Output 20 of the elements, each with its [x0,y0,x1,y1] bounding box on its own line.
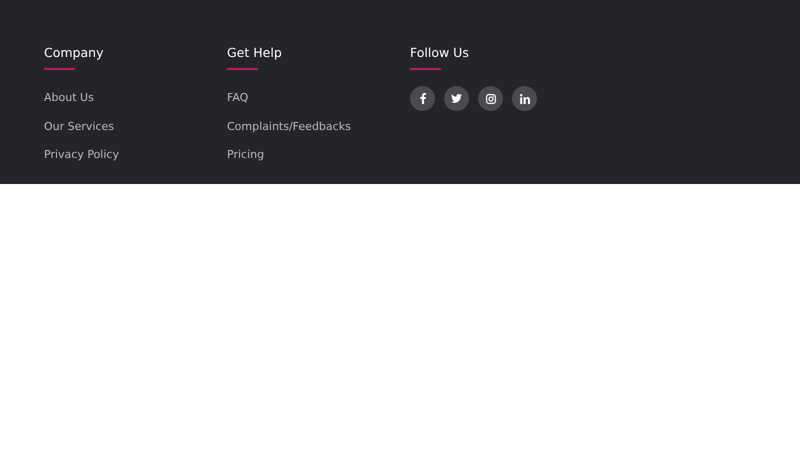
footer-link[interactable]: Privacy Policy [44,148,119,162]
heading-underline [410,68,441,70]
facebook-icon [420,93,426,104]
social-button[interactable] [444,86,469,111]
social-button[interactable] [410,86,435,111]
footer-link[interactable]: Complaints/Feedbacks [227,120,351,134]
social-button[interactable] [512,86,537,111]
footer-link[interactable]: FAQ [227,91,248,105]
linkedin-icon [520,94,530,104]
social-button[interactable] [478,86,503,111]
heading-underline [227,68,258,70]
footer-link[interactable]: Our Services [44,120,114,134]
column-heading: Company [44,44,104,62]
footer-link[interactable]: About Us [44,91,94,105]
column-heading: Get Help [227,44,283,62]
heading-underline [44,68,75,70]
footer-link[interactable]: Pricing [227,148,264,162]
bird-icon [451,94,462,103]
camera-icon [486,94,496,104]
column-heading: Follow Us [410,44,470,62]
